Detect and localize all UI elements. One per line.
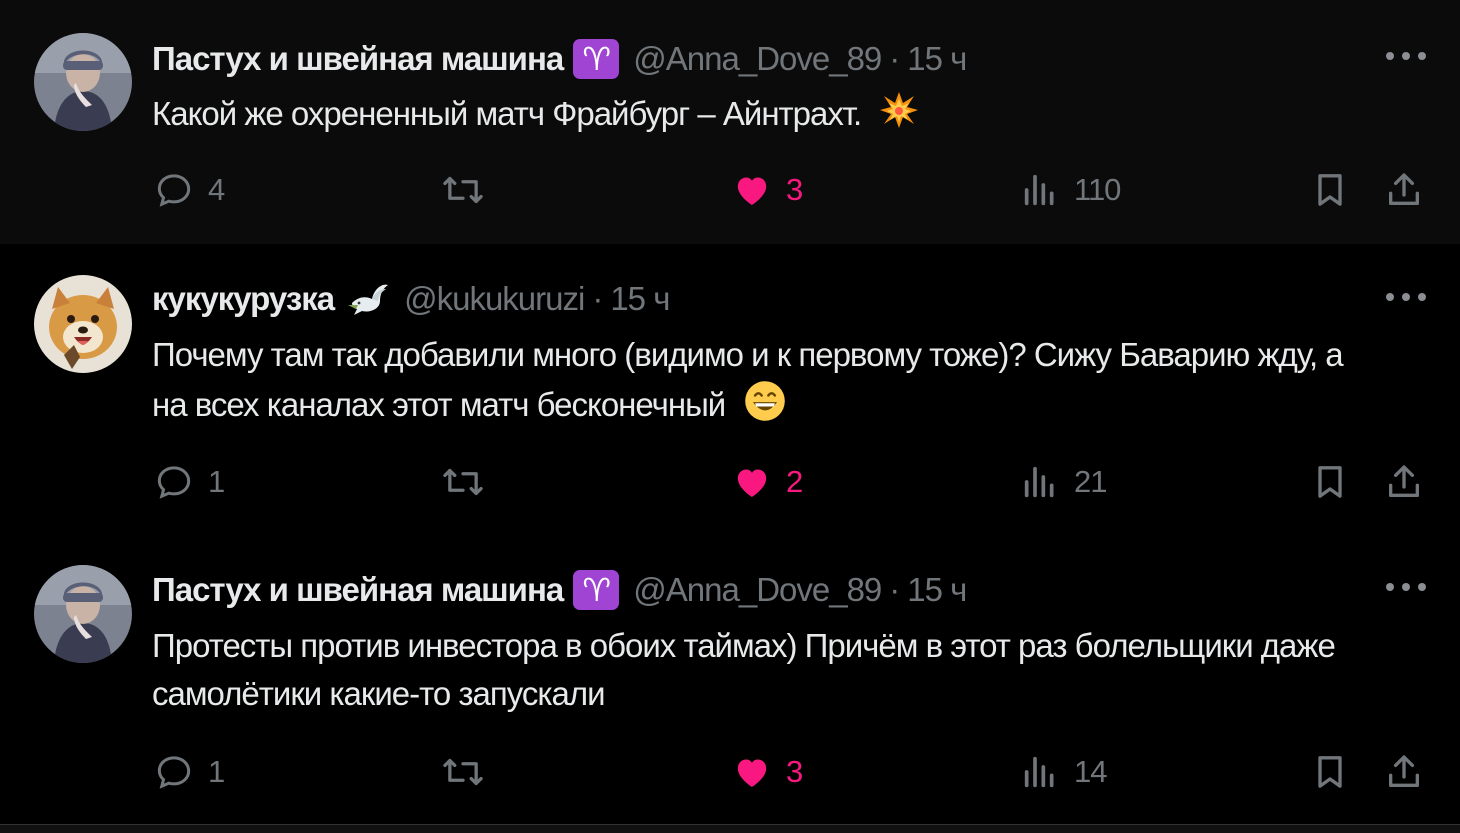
- like-count: 3: [786, 172, 803, 207]
- share-icon: [1389, 755, 1419, 787]
- tweet-text-content: Какой же охрененный матч Фрайбург – Айнт…: [152, 95, 862, 133]
- retweet-icon: [443, 758, 483, 786]
- tweet-text: Какой же охрененный матч Фрайбург – Айнт…: [152, 90, 1352, 143]
- display-name[interactable]: Пастух и швейная машина: [152, 40, 564, 78]
- tweet[interactable]: кукукурузка @kukukuruzi · 15 ч Почему та…: [0, 244, 1460, 534]
- avatar[interactable]: [34, 565, 132, 663]
- more-options-icon[interactable]: [1386, 577, 1426, 597]
- bookmark-icon: [1318, 466, 1342, 498]
- bookmark-button[interactable]: [1310, 166, 1350, 214]
- collision-emoji: [879, 90, 919, 143]
- reply-count: 1: [208, 464, 225, 499]
- like-button[interactable]: 3: [732, 166, 803, 214]
- reply-button[interactable]: 1: [154, 748, 225, 796]
- aries-badge-icon: ♈: [573, 39, 620, 79]
- timestamp[interactable]: 15 ч: [907, 571, 967, 609]
- heart-icon: [737, 759, 767, 787]
- share-icon: [1389, 173, 1419, 205]
- tweet-actions: 1 2 21: [0, 458, 1460, 506]
- avatar[interactable]: [34, 33, 132, 131]
- user-handle[interactable]: @kukukuruzi: [404, 280, 585, 318]
- tweet-text: Почему там так добавили много (видимо и …: [152, 331, 1352, 436]
- tweet[interactable]: Пастух и швейная машина ♈ @Anna_Dove_89 …: [0, 0, 1460, 244]
- heart-icon: [737, 177, 767, 205]
- views-chart-icon: [1024, 174, 1054, 206]
- views-chart-icon: [1024, 756, 1054, 788]
- bookmark-button[interactable]: [1310, 748, 1350, 796]
- more-options-icon[interactable]: [1386, 287, 1426, 307]
- views-chart-icon: [1024, 466, 1054, 498]
- reply-button[interactable]: 4: [154, 166, 225, 214]
- tweet-text-content: Протесты против инвестора в обоих таймах…: [152, 627, 1336, 712]
- retweet-icon: [443, 176, 483, 204]
- like-button[interactable]: 2: [732, 458, 803, 506]
- heart-icon: [737, 469, 767, 497]
- display-name[interactable]: Пастух и швейная машина: [152, 571, 564, 609]
- views-count: 21: [1074, 464, 1107, 499]
- views-button[interactable]: 14: [1020, 748, 1107, 796]
- display-name[interactable]: кукукурузка: [152, 280, 335, 318]
- reply-icon: [157, 466, 191, 499]
- bookmark-button[interactable]: [1310, 458, 1350, 506]
- separator: ·: [889, 40, 900, 77]
- views-count: 14: [1074, 754, 1107, 789]
- like-button[interactable]: 3: [732, 748, 803, 796]
- views-count: 110: [1074, 172, 1121, 207]
- aries-badge-icon: ♈: [573, 570, 620, 610]
- reply-icon: [157, 756, 191, 789]
- retweet-button[interactable]: [440, 748, 500, 796]
- share-icon: [1389, 465, 1419, 497]
- tweet-actions: 1 3 14: [0, 748, 1460, 796]
- share-button[interactable]: [1384, 166, 1424, 214]
- like-count: 3: [786, 754, 803, 789]
- bookmark-icon: [1318, 174, 1342, 206]
- reply-count: 4: [208, 172, 225, 207]
- grinning-face-emoji: [743, 379, 787, 436]
- user-handle[interactable]: @Anna_Dove_89: [633, 571, 882, 609]
- reply-icon: [157, 174, 191, 207]
- tweet[interactable]: Пастух и швейная машина ♈ @Anna_Dove_89 …: [0, 534, 1460, 825]
- more-options-icon[interactable]: [1386, 46, 1426, 66]
- dove-icon: [346, 279, 390, 319]
- retweet-icon: [443, 468, 483, 496]
- separator: ·: [889, 571, 900, 608]
- user-handle[interactable]: @Anna_Dove_89: [633, 40, 882, 78]
- tweet-header: Пастух и швейная машина ♈ @Anna_Dove_89 …: [152, 568, 967, 612]
- share-button[interactable]: [1384, 458, 1424, 506]
- retweet-button[interactable]: [440, 458, 500, 506]
- tweet-header: кукукурузка @kukukuruzi · 15 ч: [152, 277, 670, 321]
- views-button[interactable]: 21: [1020, 458, 1107, 506]
- retweet-button[interactable]: [440, 166, 500, 214]
- bookmark-icon: [1318, 756, 1342, 788]
- timestamp[interactable]: 15 ч: [907, 40, 967, 78]
- reply-button[interactable]: 1: [154, 458, 225, 506]
- tweet-actions: 4 3 110: [0, 166, 1460, 214]
- tweet-header: Пастух и швейная машина ♈ @Anna_Dove_89 …: [152, 37, 967, 81]
- conversation-thread: Пастух и швейная машина ♈ @Anna_Dove_89 …: [0, 0, 1460, 833]
- timestamp[interactable]: 15 ч: [610, 280, 670, 318]
- separator: ·: [592, 280, 603, 317]
- tweet-text: Протесты против инвестора в обоих таймах…: [152, 622, 1352, 718]
- divider: [0, 824, 1460, 833]
- like-count: 2: [786, 464, 803, 499]
- views-button[interactable]: 110: [1020, 166, 1121, 214]
- reply-count: 1: [208, 754, 225, 789]
- share-button[interactable]: [1384, 748, 1424, 796]
- avatar[interactable]: [34, 275, 132, 373]
